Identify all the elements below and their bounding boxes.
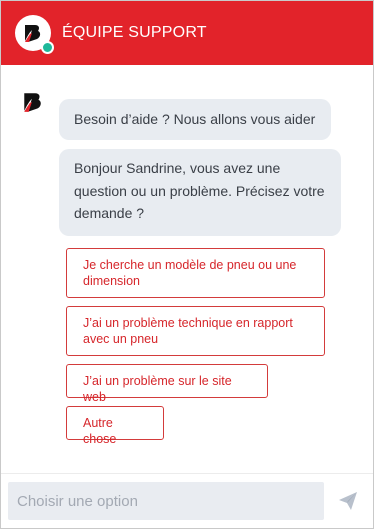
composer-divider — [1, 473, 373, 474]
option-button-technical-problem[interactable]: J’ai un problème technique en rapport av… — [66, 306, 325, 356]
send-icon[interactable] — [337, 490, 359, 512]
chat-widget: ÉQUIPE SUPPORT Besoin d’aide ? Nous allo… — [0, 0, 374, 529]
bridgestone-logo-icon — [24, 93, 41, 112]
chat-header: ÉQUIPE SUPPORT — [1, 1, 373, 65]
bridgestone-logo-icon — [25, 25, 41, 42]
option-button-tire-model[interactable]: Je cherche un modèle de pneu ou une dime… — [66, 248, 325, 298]
bot-message: Besoin d’aide ? Nous allons vous aider — [59, 99, 331, 140]
composer — [8, 482, 324, 520]
option-button-website-problem[interactable]: J’ai un problème sur le site web — [66, 364, 268, 404]
bot-message: Bonjour Sandrine, vous avez une question… — [59, 149, 341, 236]
option-button-other[interactable]: Autre chose — [66, 406, 164, 446]
message-input[interactable] — [8, 482, 324, 520]
header-title: ÉQUIPE SUPPORT — [62, 24, 207, 41]
online-status-dot — [41, 41, 54, 54]
